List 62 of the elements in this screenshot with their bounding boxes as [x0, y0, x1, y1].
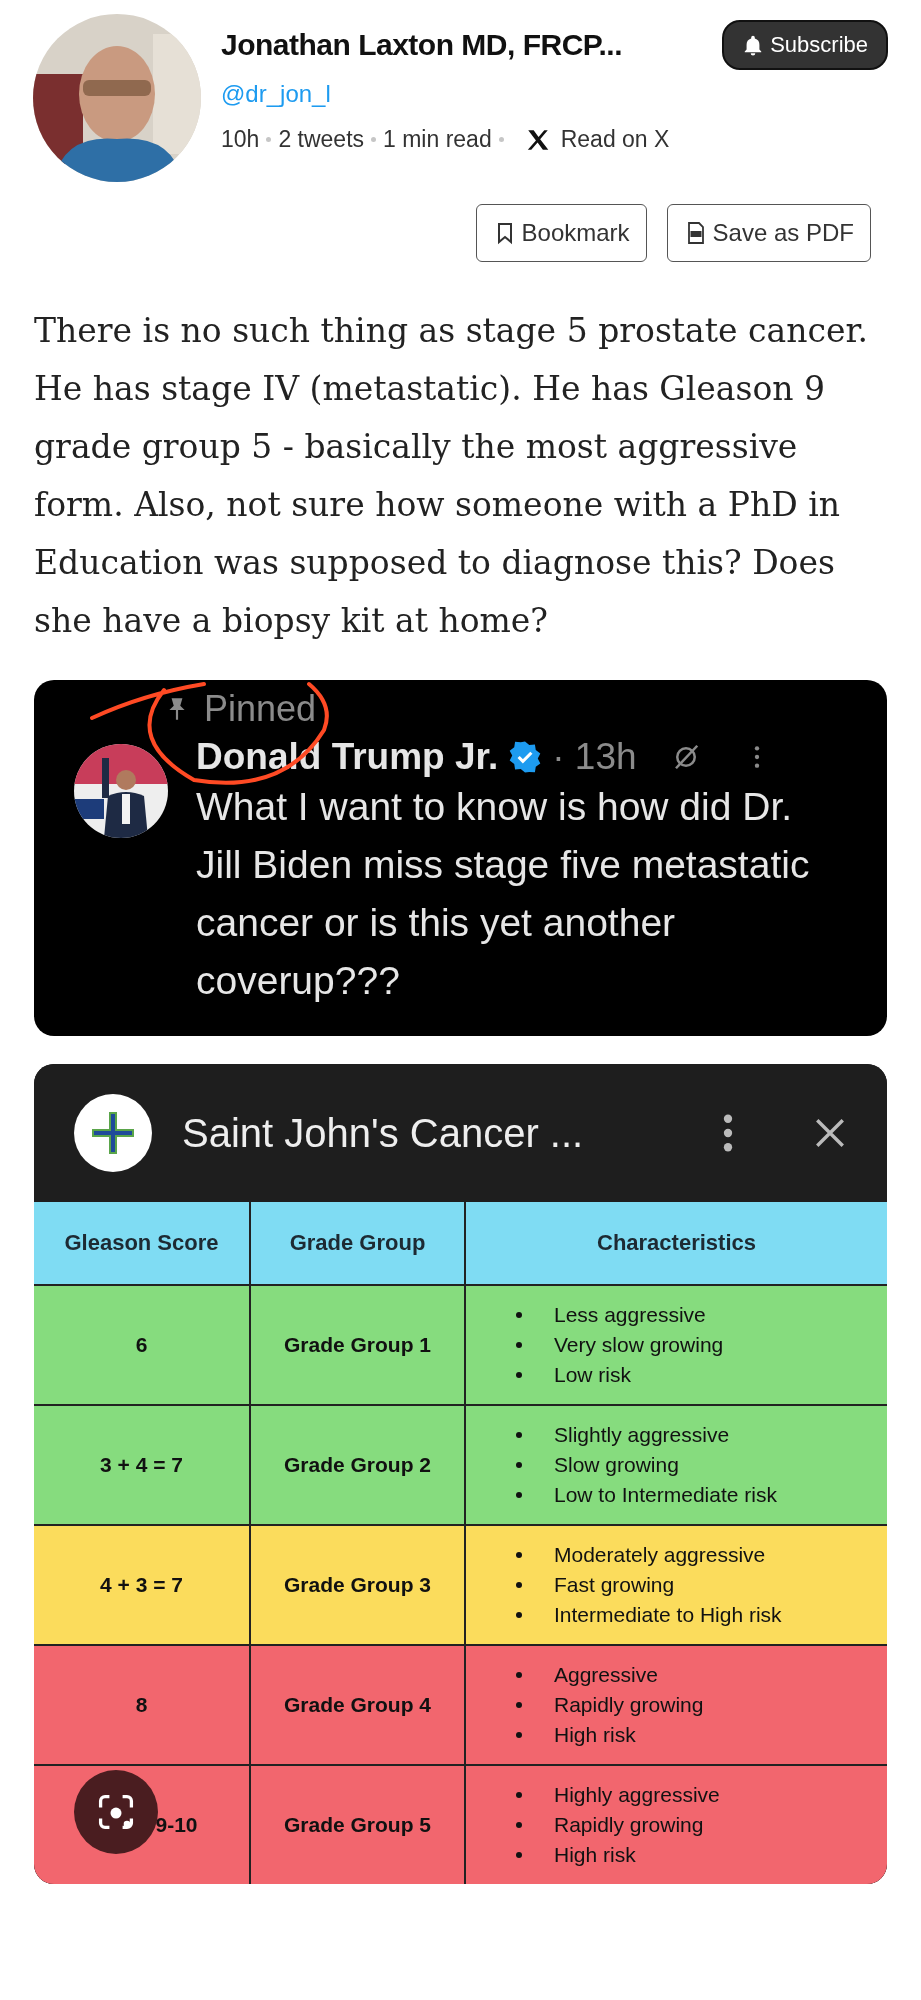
post-time: · 13h [552, 736, 637, 778]
bullet-icon [516, 1552, 522, 1558]
cross-logo-icon [74, 1094, 152, 1172]
post-text: There is no such thing as stage 5 prostate cancer. He has stage IV (metastatic). He has Gleason 9 grade group 5 - basically the most aggressive form. Also, not sure how someone with a PhD in Education was supposed to diagnose this? Does she have a biopsy kit at home? [34, 310, 870, 642]
bullet-icon [516, 1432, 522, 1438]
bullet-icon [516, 1582, 522, 1588]
trait-text: Slow growing [554, 1453, 679, 1477]
table-cell: 8 [34, 1646, 249, 1764]
trait-text: Fast growing [554, 1573, 675, 1597]
save-pdf-button[interactable]: Save as PDF [666, 204, 871, 262]
bullet-icon [516, 1672, 522, 1678]
more-icon[interactable] [752, 744, 761, 770]
bullet-icon [516, 1612, 522, 1618]
pinned-label: Pinned [204, 688, 317, 730]
trait-text: Very slow growing [554, 1333, 724, 1357]
more-icon[interactable] [723, 1114, 733, 1152]
bullet-icon [516, 1342, 522, 1348]
meta-text: 1 min read [383, 126, 492, 153]
close-icon[interactable] [813, 1116, 847, 1150]
trait-text: Rapidly growing [554, 1813, 704, 1837]
column-header: Characteristics [466, 1202, 887, 1284]
separator-dot [266, 137, 272, 142]
trait-text: Moderately aggressive [554, 1543, 766, 1567]
trait-text: Slightly aggressive [554, 1423, 730, 1447]
bullet-icon [516, 1372, 522, 1378]
separator-dot [498, 137, 504, 142]
bullet-icon [516, 1822, 522, 1828]
trait-text: Low risk [554, 1363, 632, 1387]
bullet-icon [516, 1732, 522, 1738]
trait-text: Aggressive [554, 1663, 658, 1687]
trait-text: Less aggressive [554, 1303, 706, 1327]
viewer-title: Saint John's Cancer ... [182, 1110, 585, 1156]
post-body: What I want to know is how did Dr. Jill Biden miss stage five metastatic cancer or is this yet another coverup??? [196, 784, 811, 1004]
column-header: Grade Group [251, 1202, 464, 1284]
meta-text: 10h [221, 126, 260, 153]
trait-text: High risk [554, 1723, 636, 1747]
bullet-icon [516, 1792, 522, 1798]
trait-text: Intermediate to High risk [554, 1603, 782, 1627]
bullet-icon [516, 1462, 522, 1468]
trait-text: Low to Intermediate risk [554, 1483, 777, 1507]
table-cell: Grade Group 3 [251, 1526, 464, 1644]
table-cell: Grade Group 4 [251, 1646, 464, 1764]
trait-text: Highly aggressive [554, 1783, 720, 1807]
bullet-icon [516, 1702, 522, 1708]
bullet-icon [516, 1492, 522, 1498]
bullet-icon [516, 1852, 522, 1858]
subscribe-button[interactable]: Subscribe [722, 20, 888, 70]
table-cell: 6 [34, 1286, 249, 1404]
author-name: Jonathan Laxton MD, FRCP... [221, 28, 622, 62]
column-header: Gleason Score [34, 1202, 249, 1284]
trait-text: Rapidly growing [554, 1693, 704, 1717]
table-cell: Grade Group 1 [251, 1286, 464, 1404]
separator-dot [371, 137, 377, 142]
read-on-x-link[interactable]: Read on X [524, 126, 670, 153]
table-cell: 4 + 3 = 7 [34, 1526, 249, 1644]
trait-text: High risk [554, 1843, 636, 1867]
table-cell: Grade Group 2 [251, 1406, 464, 1524]
bookmark-button[interactable]: Bookmark [475, 204, 647, 262]
table-cell: Grade Group 5 [251, 1766, 464, 1884]
bullet-icon [516, 1312, 522, 1318]
meta-text: 2 tweets [278, 126, 365, 153]
table-cell: 3 + 4 = 7 [34, 1406, 249, 1524]
